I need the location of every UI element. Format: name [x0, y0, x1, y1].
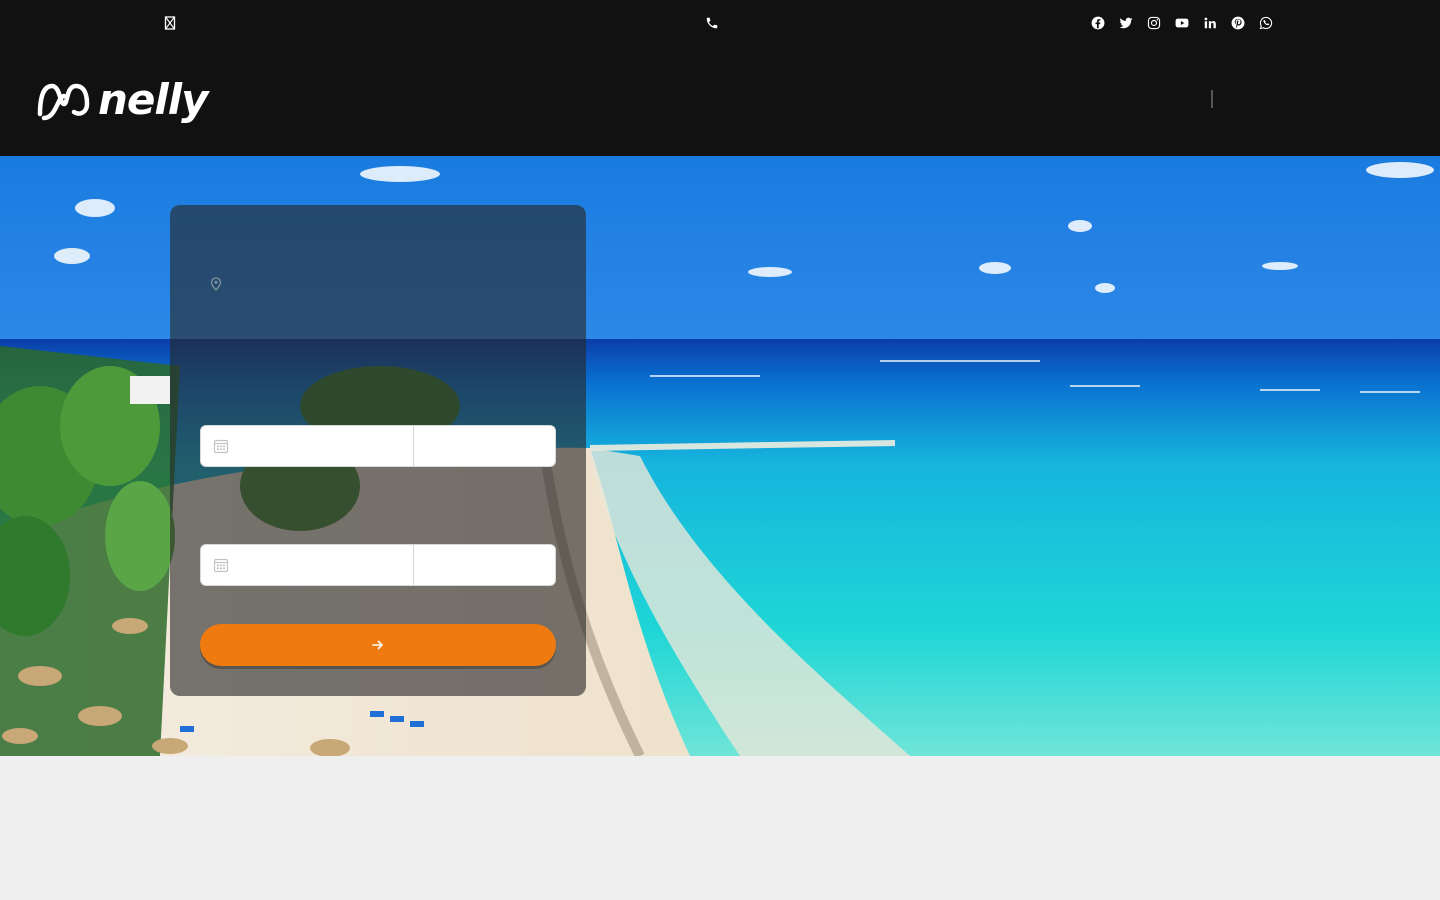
- map-pin-icon: [210, 277, 222, 291]
- dropoff-date-input[interactable]: [201, 545, 413, 585]
- pickup-time-field[interactable]: [414, 426, 555, 466]
- pickup-time-input[interactable]: [414, 426, 555, 466]
- hero-banner: [0, 156, 1440, 756]
- calendar-icon: [213, 557, 229, 573]
- phone-icon[interactable]: [704, 15, 720, 31]
- social-links: [1090, 15, 1274, 31]
- dropoff-datetime-row: [200, 544, 556, 586]
- site-header: nelly: [0, 46, 1440, 156]
- facebook-icon[interactable]: [1090, 15, 1106, 31]
- pickup-date-input[interactable]: [201, 426, 413, 466]
- dropoff-time-input[interactable]: [414, 545, 555, 585]
- pinterest-icon[interactable]: [1230, 15, 1246, 31]
- pickup-datetime-row: [200, 425, 556, 467]
- logo-text: nelly: [98, 75, 209, 124]
- nav-divider: [1211, 90, 1213, 108]
- whatsapp-icon[interactable]: [1258, 15, 1274, 31]
- pickup-date-field[interactable]: [201, 426, 414, 466]
- twitter-icon[interactable]: [1118, 15, 1134, 31]
- nelly-logo-icon: [36, 78, 92, 122]
- dropoff-time-field[interactable]: [414, 545, 555, 585]
- arrow-right-icon: [372, 639, 384, 651]
- calendar-icon: [213, 438, 229, 454]
- site-logo[interactable]: nelly: [36, 75, 209, 124]
- dropoff-date-field[interactable]: [201, 545, 414, 585]
- instagram-icon[interactable]: [1146, 15, 1162, 31]
- booking-form: [170, 205, 586, 696]
- linkedin-icon[interactable]: [1202, 15, 1218, 31]
- envelope-icon[interactable]: [162, 15, 178, 31]
- page-body-area: [0, 756, 1440, 900]
- top-contact-bar: [0, 0, 1440, 46]
- youtube-icon[interactable]: [1174, 15, 1190, 31]
- search-submit-button[interactable]: [200, 624, 556, 666]
